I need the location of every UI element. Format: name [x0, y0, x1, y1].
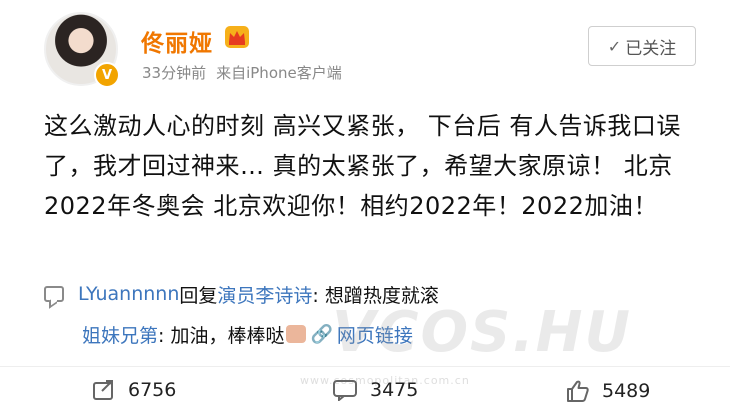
post-meta: 33分钟前 来自iPhone客户端 — [142, 62, 342, 83]
crown-icon — [225, 26, 249, 48]
action-bar: 6756 3475 5489 — [0, 372, 730, 409]
repost-count: 6756 — [128, 379, 177, 401]
check-icon: ✓ — [607, 36, 622, 56]
avatar-container[interactable]: V — [44, 12, 122, 90]
follow-button[interactable]: ✓ 已关注 — [588, 26, 696, 66]
comment-text: : 加油，棒棒哒 — [158, 324, 285, 347]
repost-button[interactable]: 6756 — [92, 379, 176, 401]
username[interactable]: 佟丽娅 — [141, 24, 213, 58]
thumbs-up-icon — [567, 380, 589, 402]
follow-button-label: 已关注 — [625, 38, 677, 59]
comment-button[interactable]: 3475 — [332, 379, 418, 401]
comment-user[interactable]: 姐妹兄第 — [82, 321, 158, 348]
comment-user[interactable]: LYuannnnn — [78, 283, 179, 305]
watermark: VCOS.HU — [332, 300, 632, 365]
weibo-post: V 佟丽娅 33分钟前 来自iPhone客户端 ✓ 已关注 这么激动人心的时刻 高… — [0, 0, 730, 409]
action-divider — [0, 366, 730, 367]
post-content: 这么激动人心的时刻 高兴又紧张， 下台后 有人告诉我口误了，我才回过神来… 真的… — [44, 112, 681, 220]
emoji-icon — [286, 325, 307, 343]
post-time: 33分钟前 — [142, 64, 207, 82]
repost-icon — [93, 380, 113, 400]
reply-target-user[interactable]: 演员李诗诗 — [217, 281, 312, 308]
comment-count: 3475 — [370, 379, 419, 401]
comment-icon — [44, 286, 64, 302]
comment-icon — [333, 380, 357, 401]
like-count: 5489 — [602, 380, 651, 402]
like-button[interactable]: 5489 — [566, 379, 650, 403]
post-source: 来自iPhone客户端 — [216, 64, 342, 82]
verified-badge-icon: V — [94, 62, 120, 88]
reply-word: 回复 — [179, 284, 218, 307]
link-icon: 🔗 — [310, 323, 333, 345]
